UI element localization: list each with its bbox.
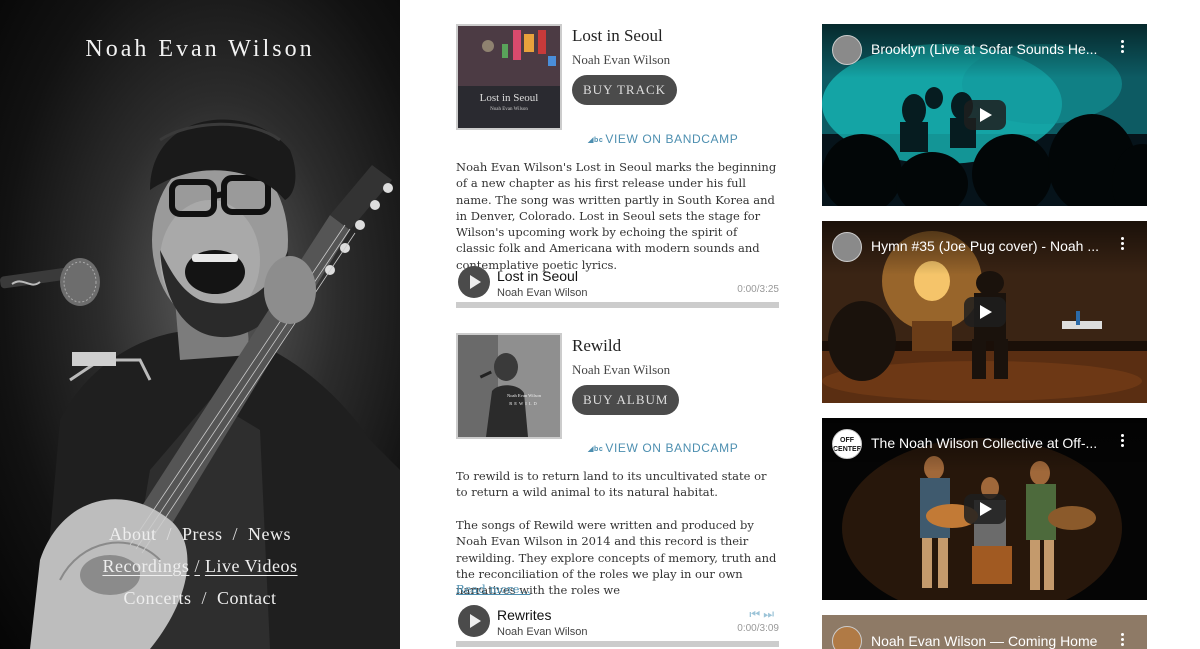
previous-track-icon[interactable]: ⏮ xyxy=(749,607,763,621)
release-info: Rewild Noah Evan Wilson BUY ALBUM xyxy=(572,336,680,415)
nav-link-news[interactable]: News xyxy=(248,524,291,544)
nav-separator: / xyxy=(166,524,172,544)
channel-avatar[interactable] xyxy=(832,232,862,262)
nav-link-live-videos-label: Live Videos xyxy=(204,556,298,576)
release-title[interactable]: Rewild xyxy=(572,336,679,356)
release-description-p1: To rewild is to return land to its uncul… xyxy=(456,469,767,500)
nav-separator: / xyxy=(232,524,239,544)
nav-row-2: Recordings / Live Videos xyxy=(0,552,400,584)
read-more-link[interactable]: Read more... xyxy=(456,581,530,597)
nav-link-recordings[interactable]: Recordings / Live Videos xyxy=(102,556,297,576)
nav-link-about[interactable]: About xyxy=(109,524,157,544)
release-rewild: Noah Evan Wilson REWILD Rewild Noah Evan… xyxy=(456,324,779,649)
player-track-artist: Noah Evan Wilson xyxy=(497,287,588,299)
release-info: Lost in Seoul Noah Evan Wilson BUY TRACK xyxy=(572,26,678,105)
hero-panel: Noah Evan Wilson About / Press / News Re… xyxy=(0,0,400,649)
buy-track-button[interactable]: BUY TRACK xyxy=(572,75,678,105)
release-artist: Noah Evan Wilson xyxy=(572,362,671,377)
next-track-icon[interactable]: ⏭ xyxy=(763,607,777,621)
cover-title: Noah Evan Wilson xyxy=(507,393,542,398)
more-options-icon[interactable] xyxy=(1121,237,1125,251)
recordings-column: Lost in Seoul Noah Evan Wilson Lost in S… xyxy=(456,24,779,649)
cover-artist: Noah Evan Wilson xyxy=(490,107,528,112)
nav-link-contact[interactable]: Contact xyxy=(217,588,277,608)
video-embed-coming-home[interactable]: Noah Evan Wilson — Coming Home xyxy=(822,615,1147,649)
player-progress-bar[interactable] xyxy=(456,302,779,308)
video-embed-hymn-35[interactable]: Hymn #35 (Joe Pug cover) - Noah ... xyxy=(822,221,1147,403)
player-time: 0:00/3:25 xyxy=(737,284,779,295)
release-lost-in-seoul: Lost in Seoul Noah Evan Wilson Lost in S… xyxy=(456,24,779,324)
play-icon[interactable] xyxy=(964,297,1006,327)
more-options-icon[interactable] xyxy=(1121,40,1125,54)
release-description: Noah Evan Wilson's Lost in Seoul marks t… xyxy=(456,160,777,272)
site-title[interactable]: Noah Evan Wilson xyxy=(0,36,400,63)
player-track-artist: Noah Evan Wilson xyxy=(497,626,588,638)
player-track-title: Rewrites xyxy=(497,607,552,623)
play-icon[interactable] xyxy=(964,494,1006,524)
player-progress-bar[interactable] xyxy=(456,641,779,647)
audio-player: Rewrites Noah Evan Wilson ⏮⏭ 0:00/3:09 xyxy=(456,605,779,649)
video-title[interactable]: Brooklyn (Live at Sofar Sounds He... xyxy=(871,41,1103,57)
more-options-icon[interactable] xyxy=(1121,633,1125,647)
album-cover[interactable]: Lost in Seoul Noah Evan Wilson xyxy=(456,24,562,130)
nav-link-recordings-label: Recordings xyxy=(102,556,190,576)
play-button[interactable] xyxy=(458,266,490,298)
off-center-logo[interactable]: OFF CENTER xyxy=(832,429,862,459)
channel-avatar[interactable] xyxy=(832,35,862,65)
buy-album-button[interactable]: BUY ALBUM xyxy=(572,385,680,415)
channel-avatar[interactable] xyxy=(832,626,862,649)
release-title[interactable]: Lost in Seoul xyxy=(572,26,677,46)
play-button[interactable] xyxy=(458,605,490,637)
skip-controls: ⏮⏭ xyxy=(749,607,777,622)
video-title[interactable]: Hymn #35 (Joe Pug cover) - Noah ... xyxy=(871,238,1103,254)
player-time: 0:00/3:09 xyxy=(737,623,779,634)
nav-row-3: Concerts / Contact xyxy=(0,584,400,616)
video-embed-brooklyn[interactable]: Brooklyn (Live at Sofar Sounds He... xyxy=(822,24,1147,206)
more-options-icon[interactable] xyxy=(1121,434,1125,448)
cover-subtitle: REWILD xyxy=(509,401,539,406)
album-cover[interactable]: Noah Evan Wilson REWILD xyxy=(456,333,562,439)
play-icon[interactable] xyxy=(964,100,1006,130)
video-embed-off-center[interactable]: OFF CENTER The Noah Wilson Collective at… xyxy=(822,418,1147,600)
nav-separator: / xyxy=(194,556,200,576)
nav-link-press[interactable]: Press xyxy=(182,524,223,544)
video-title[interactable]: The Noah Wilson Collective at Off-... xyxy=(871,435,1103,451)
video-title[interactable]: Noah Evan Wilson — Coming Home xyxy=(871,633,1103,649)
bandcamp-logo-icon: ◢bc xyxy=(588,136,604,144)
bandcamp-label: VIEW ON BANDCAMP xyxy=(605,132,739,146)
bandcamp-logo-icon: ◢bc xyxy=(588,445,604,453)
bandcamp-label: VIEW ON BANDCAMP xyxy=(605,441,739,455)
audio-player: Lost in Seoul Noah Evan Wilson 0:00/3:25 xyxy=(456,266,779,316)
release-artist: Noah Evan Wilson xyxy=(572,52,671,67)
player-track-title: Lost in Seoul xyxy=(497,268,578,284)
view-on-bandcamp-link[interactable]: ◢bc VIEW ON BANDCAMP xyxy=(588,132,788,146)
nav-separator: / xyxy=(201,588,207,608)
cover-title: Lost in Seoul xyxy=(480,92,539,104)
microphone-icon xyxy=(0,258,100,306)
nav-row-1: About / Press / News xyxy=(0,520,400,552)
nav-link-concerts[interactable]: Concerts xyxy=(124,588,192,608)
view-on-bandcamp-link[interactable]: ◢bc VIEW ON BANDCAMP xyxy=(588,441,788,455)
main-nav: About / Press / News Recordings / Live Vid… xyxy=(0,520,400,616)
